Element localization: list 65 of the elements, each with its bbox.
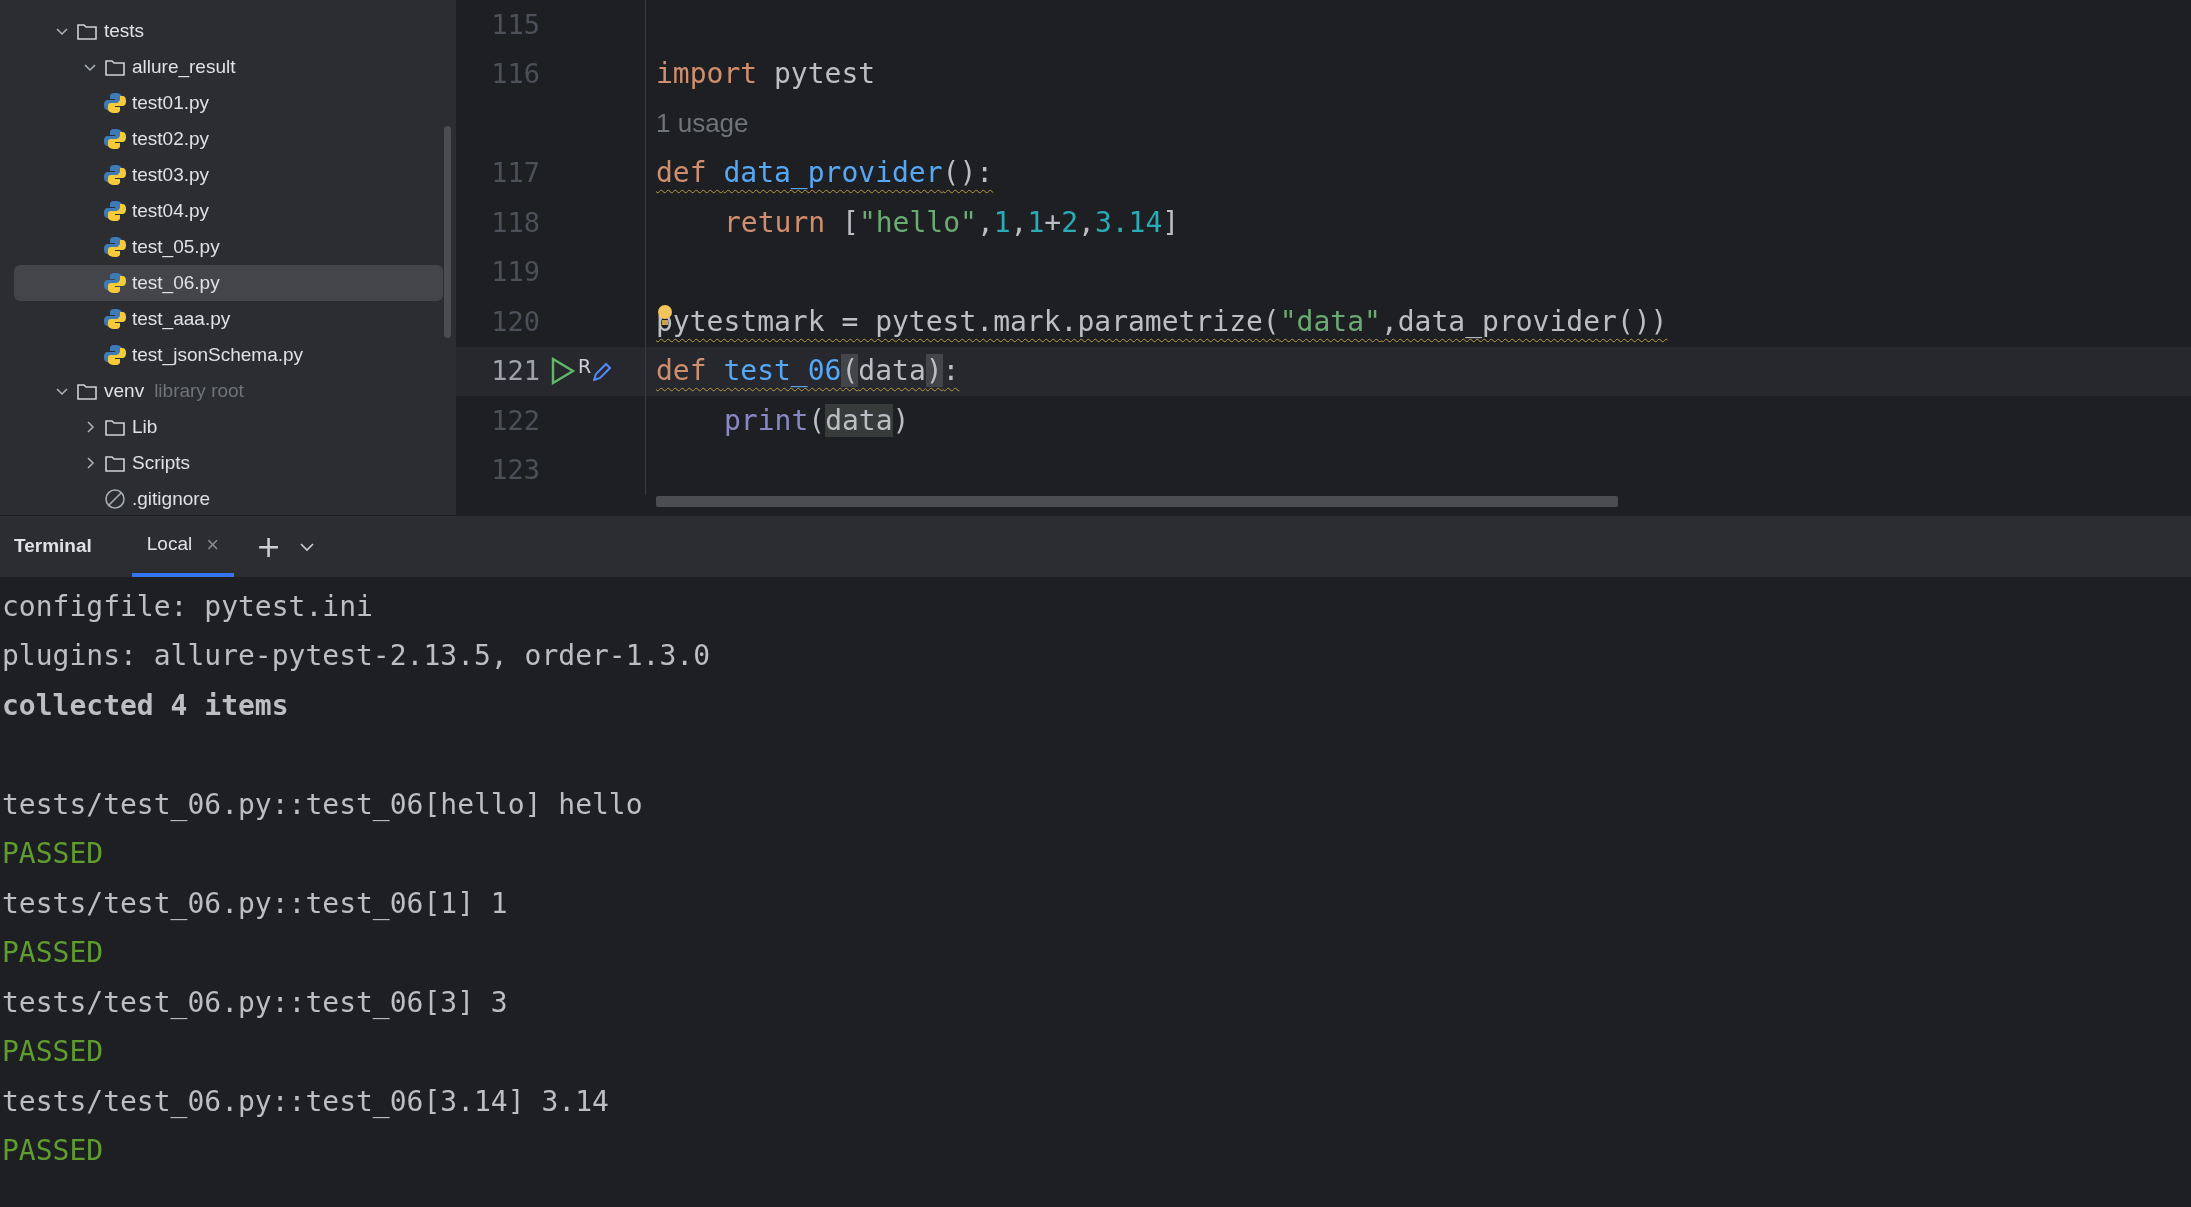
folder-item[interactable]: tests	[14, 13, 443, 49]
terminal-title: Terminal	[13, 534, 93, 559]
tree-hint: library root	[154, 378, 244, 403]
scrollbar-thumb[interactable]	[444, 126, 451, 338]
folder-item[interactable]: allure_result	[14, 49, 443, 85]
code-line: def test_06(data):	[655, 353, 960, 390]
tree-label: test_aaa.py	[132, 306, 231, 332]
file-item[interactable]: test02.py	[14, 121, 443, 157]
python-file-icon	[104, 272, 126, 294]
test-status: PASSED	[2, 836, 104, 873]
code-line: print(data)	[723, 402, 910, 439]
python-file-icon	[104, 200, 126, 222]
test-status: PASSED	[2, 935, 104, 972]
folder-item[interactable]: venv library root	[14, 373, 443, 409]
tree-label: test03.py	[132, 162, 210, 187]
terminal-output-line: tests/test_06.py::test_06[hello] hello	[2, 786, 643, 823]
file-item[interactable]: test_jsonSchema.py	[14, 337, 443, 373]
file-item[interactable]: test04.py	[14, 193, 443, 229]
tree-label: tests	[104, 18, 145, 43]
file-item[interactable]: test_aaa.py	[14, 301, 443, 337]
tree-label: allure_result	[132, 54, 236, 80]
tree-label: test04.py	[132, 198, 210, 223]
terminal-output-line: plugins: allure-pytest-2.13.5, order-1.3.0	[2, 638, 710, 675]
terminal-output-line: collected 4 items	[2, 687, 289, 724]
folder-item[interactable]: Lib	[14, 409, 443, 445]
code-line: import pytest	[655, 56, 876, 93]
file-item[interactable]: test03.py	[14, 157, 443, 193]
run-icon[interactable]	[550, 357, 576, 386]
python-file-icon	[104, 236, 126, 258]
code-line: def data_provider():	[655, 155, 994, 192]
tree-label: test01.py	[132, 90, 210, 115]
tree-label: test_06.py	[132, 270, 220, 296]
file-item[interactable]: .gitignore	[14, 481, 443, 515]
terminal-output-line: tests/test_06.py::test_06[3] 3	[2, 984, 508, 1021]
tree-label: .gitignore	[132, 486, 211, 511]
close-icon[interactable]: ×	[206, 528, 220, 561]
python-file-icon	[104, 308, 126, 330]
tree-label: test_jsonSchema.py	[132, 342, 304, 368]
tree-label: Lib	[132, 414, 158, 439]
tree-label: test_05.py	[132, 234, 220, 260]
file-item[interactable]: test_06.py	[14, 265, 443, 301]
file-item[interactable]: test_05.py	[14, 229, 443, 265]
horizontal-scrollbar[interactable]	[656, 496, 1618, 507]
terminal-output-line: configfile: pytest.ini	[2, 588, 373, 625]
python-file-icon	[104, 92, 126, 114]
test-status: PASSED	[2, 1133, 104, 1170]
tree-label: Scripts	[132, 450, 191, 475]
terminal-output-line: tests/test_06.py::test_06[1] 1	[2, 885, 508, 922]
terminal-output-line: tests/test_06.py::test_06[3.14] 3.14	[2, 1083, 609, 1120]
add-tab-button[interactable]: +	[248, 524, 290, 569]
test-status: PASSED	[2, 1034, 104, 1071]
file-item[interactable]: test01.py	[14, 85, 443, 121]
code-line: return ["hello",1,1+2,3.14]	[723, 204, 1180, 241]
tree-label: venv	[104, 378, 145, 403]
folder-item[interactable]: Scripts	[14, 445, 443, 481]
line-number: 121	[490, 354, 540, 388]
python-file-icon	[104, 128, 126, 150]
python-file-icon	[104, 344, 126, 366]
pencil-icon[interactable]	[593, 361, 612, 382]
code-line: pytestmark = pytest.mark.parametrize("data",data_provider())	[655, 301, 1668, 340]
tree-label: test02.py	[132, 126, 210, 151]
gutter-label: R	[578, 357, 592, 377]
prohibited-icon	[104, 488, 126, 510]
python-file-icon	[104, 164, 126, 186]
terminal-tab[interactable]: Local ×	[131, 516, 235, 577]
